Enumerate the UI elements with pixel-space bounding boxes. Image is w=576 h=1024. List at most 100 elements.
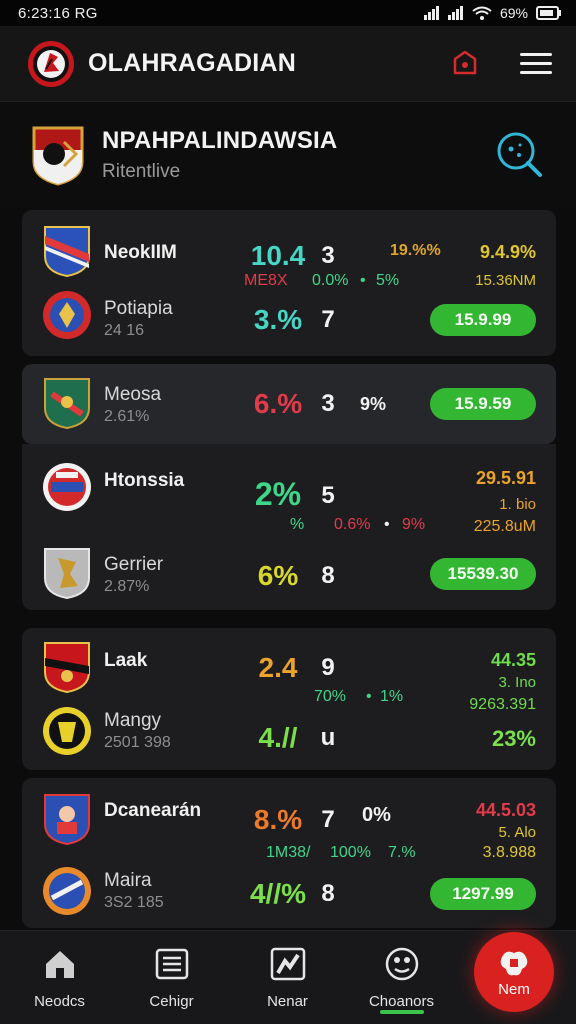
battery-percent: 69% bbox=[499, 5, 528, 21]
nav-item-home[interactable]: Neodcs bbox=[2, 931, 117, 1024]
team-score: 6% bbox=[257, 560, 299, 591]
home-icon bbox=[45, 951, 74, 978]
team-score: 4//% bbox=[249, 878, 307, 909]
status-icons: 69% bbox=[423, 5, 562, 21]
away-team-row: Mangy 2501 398 4.// u 23% bbox=[22, 704, 556, 764]
team-name: Laak bbox=[104, 650, 148, 671]
nav-label: Nenar bbox=[267, 993, 308, 1010]
team-score: 3.% bbox=[253, 304, 303, 335]
team-crest-icon bbox=[44, 548, 90, 600]
team-name: Dcanearán bbox=[104, 800, 202, 821]
signal-icon bbox=[423, 6, 439, 20]
mid-stat-left: 1M38/ bbox=[266, 844, 311, 861]
odds-value: 44.35 bbox=[490, 650, 536, 670]
wifi-icon bbox=[472, 6, 492, 20]
notification-button[interactable] bbox=[448, 47, 482, 81]
odds-value: 44.5.03 bbox=[475, 800, 536, 820]
mid-stat-right: 9% bbox=[402, 516, 426, 533]
period-number: 3 bbox=[321, 390, 335, 417]
odds-sub-2: 225.8uM bbox=[473, 518, 536, 535]
away-team-row: Gerrier 2.87% 6% 8 15539.30 bbox=[22, 544, 556, 604]
match-card[interactable]: Meosa 2.61% 6.% 3 9% 15.9.59 bbox=[22, 364, 556, 444]
team-score: 8.% bbox=[253, 804, 303, 835]
team-crest-icon bbox=[44, 378, 90, 430]
period-number: 7 bbox=[321, 306, 335, 333]
mid-stat-center: 0.6% bbox=[334, 516, 371, 533]
team-crest-icon bbox=[44, 226, 90, 278]
nav-item-chart[interactable]: Nenar bbox=[230, 931, 345, 1024]
list-icon bbox=[155, 948, 188, 980]
mid-stat-dot: • bbox=[384, 516, 390, 533]
live-icon bbox=[500, 951, 528, 975]
notification-icon bbox=[453, 50, 477, 74]
team-score: 10.4 bbox=[250, 240, 306, 271]
team-crest-icon bbox=[43, 867, 91, 915]
team-score: 4.// bbox=[258, 722, 298, 753]
odds-sub: 3. Ino bbox=[498, 674, 536, 691]
team-score: 6.% bbox=[253, 388, 303, 419]
team-name: Potiapia bbox=[104, 298, 173, 319]
chart-icon bbox=[270, 947, 305, 981]
extra-stat: 9% bbox=[360, 394, 387, 414]
nav-label: Choanors bbox=[368, 993, 435, 1010]
odds-pill-button[interactable]: 1297.99 bbox=[430, 878, 536, 910]
mid-stat-left: % bbox=[290, 516, 305, 533]
team-crest-icon bbox=[43, 291, 91, 339]
team-crest-icon bbox=[43, 707, 91, 755]
team-name: NeokIIM bbox=[104, 242, 177, 263]
match-card[interactable]: Laak 2.4 9 44.35 70% • 1% 3. Ino 9263.39… bbox=[22, 628, 556, 770]
nav-label: Nem bbox=[498, 980, 530, 998]
period-number: 9 bbox=[321, 654, 335, 681]
match-card[interactable]: NeokIIM 10.4 3 19.%% 9.4.9% ME8X 0.0% • … bbox=[22, 210, 556, 356]
active-tab-indicator bbox=[380, 1010, 424, 1014]
period-number: 5 bbox=[321, 482, 335, 509]
away-team-row: Maira 3S2 185 4//% 8 1297.99 bbox=[22, 864, 556, 924]
odds-value: 29.5.91 bbox=[475, 468, 536, 488]
odds-value: 9.4.9% bbox=[479, 242, 536, 262]
league-header: NPAHPALINDAWSIA Ritentlive bbox=[0, 102, 576, 208]
home-team-row: Laak 2.4 9 44.35 bbox=[22, 638, 556, 698]
nav-item-live[interactable]: Nem bbox=[474, 932, 554, 1012]
team-name: Meosa bbox=[104, 384, 162, 405]
team-score: 2.4 bbox=[258, 652, 298, 683]
nav-item-list[interactable]: Cehigr bbox=[114, 931, 229, 1024]
extra-stat: 0% bbox=[362, 804, 391, 826]
home-team-row: NeokIIM 10.4 3 19.%% 9.4.9% bbox=[22, 220, 556, 280]
team-name: Gerrier bbox=[104, 554, 164, 575]
trophy-icon bbox=[385, 947, 418, 981]
odds-top: 19.%% bbox=[390, 242, 441, 259]
app-emblem-icon[interactable] bbox=[26, 39, 76, 89]
period-number: 8 bbox=[321, 880, 335, 907]
status-bar: 6:23:16 RG 69% bbox=[0, 0, 576, 26]
odds-sub: 15.36NM bbox=[475, 272, 536, 289]
team-subtext: 2501 398 bbox=[104, 734, 171, 751]
league-crest-icon bbox=[32, 126, 84, 186]
team-crest-icon bbox=[44, 642, 90, 694]
hamburger-menu-icon[interactable] bbox=[520, 48, 552, 80]
odds-pill-button[interactable]: 15.9.99 bbox=[430, 304, 536, 336]
home-team-row: Meosa 2.61% 6.% 3 9% 15.9.59 bbox=[22, 374, 556, 434]
home-team-row: Dcanearán 8.% 7 0% 44.5.03 bbox=[22, 790, 556, 850]
period-number: 8 bbox=[321, 562, 335, 589]
match-card[interactable]: Htonssia 2% 5 29.5.91 % 0.6% • 9% 1. bio… bbox=[22, 444, 556, 610]
period-number: 3 bbox=[321, 242, 335, 269]
team-name: Htonssia bbox=[104, 470, 185, 491]
team-subtext: 2.61% bbox=[104, 408, 150, 425]
mid-stat-right: 7.% bbox=[388, 844, 416, 861]
team-crest-icon bbox=[44, 794, 90, 846]
match-card[interactable]: Dcanearán 8.% 7 0% 44.5.03 1M38/ 100% 7.… bbox=[22, 778, 556, 928]
team-name: Maira bbox=[104, 870, 152, 891]
period-number: u bbox=[320, 724, 336, 751]
mid-stat-center: 100% bbox=[330, 844, 371, 861]
nav-label: Cehigr bbox=[149, 993, 194, 1010]
odds-sub: 5. Alo bbox=[498, 824, 536, 841]
odds-pill-button[interactable]: 15.9.59 bbox=[430, 388, 536, 420]
search-icon[interactable] bbox=[494, 129, 546, 181]
odds-pill-button[interactable]: 15539.30 bbox=[430, 558, 536, 590]
team-score: 2% bbox=[254, 476, 302, 512]
result-value: 23% bbox=[491, 726, 536, 751]
odds-sub-2: 3.8.988 bbox=[482, 844, 536, 861]
app-bar: OLAHRAGADIAN bbox=[0, 26, 576, 102]
away-team-row: Potiapia 24 16 3.% 7 15.9.99 bbox=[22, 288, 556, 348]
odds-sub: 1. bio bbox=[499, 496, 536, 513]
